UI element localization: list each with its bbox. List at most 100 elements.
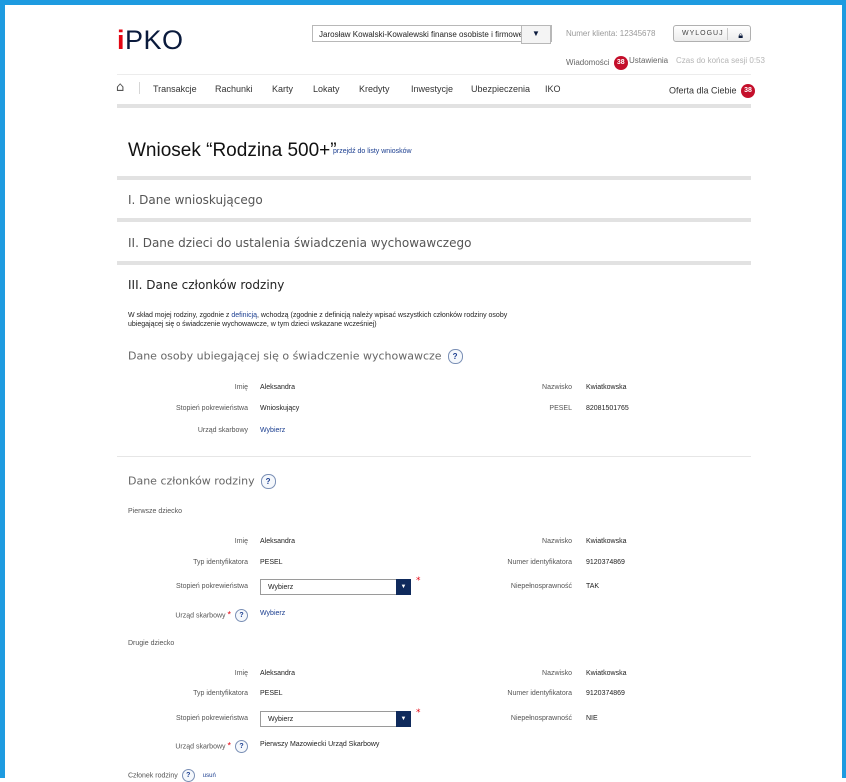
window-frame-top bbox=[0, 0, 846, 5]
section-children[interactable]: II. Dane dzieci do ustalenia świadczenia… bbox=[128, 236, 471, 250]
intro-part2: , wchodzą (zgodnie z definicją należy wp… bbox=[257, 312, 508, 319]
pko-logo[interactable]: iPKO bbox=[117, 25, 184, 56]
chevron-down-icon[interactable]: ▼ bbox=[521, 25, 551, 44]
child1-id-type-value: PESEL bbox=[260, 559, 283, 566]
child1-relation-label: Stopień pokrewieństwa bbox=[176, 583, 248, 590]
nav-item-kredyty[interactable]: Kredyty bbox=[359, 84, 390, 94]
child2-disability-value: NIE bbox=[586, 715, 598, 722]
help-icon[interactable]: ? bbox=[447, 349, 463, 364]
last-name-label: Nazwisko bbox=[542, 384, 572, 391]
session-timer: Czas do końca sesji 0:53 bbox=[676, 56, 765, 65]
child1-id-number-value: 9120374869 bbox=[586, 559, 625, 566]
required-marker: * bbox=[227, 740, 231, 751]
intro-part1: W skład mojej rodziny, zgodnie z bbox=[128, 312, 232, 319]
child2-disability-label: Niepełnosprawność bbox=[510, 715, 572, 722]
nav-item-iko[interactable]: IKO bbox=[545, 84, 561, 94]
nav-item-lokaty[interactable]: Lokaty bbox=[313, 84, 340, 94]
user-context-select[interactable]: Jarosław Kowalski-Kowalewski finanse oso… bbox=[312, 25, 552, 44]
relation-label: Stopień pokrewieństwa bbox=[176, 405, 248, 412]
tax-office-select-link[interactable]: Wybierz bbox=[260, 427, 285, 434]
child2-relation-label: Stopień pokrewieństwa bbox=[176, 715, 248, 722]
applicant-subtitle-text: Dane osoby ubiegającej się o świadczenie… bbox=[128, 349, 442, 363]
logo-text: PKO bbox=[125, 25, 184, 55]
child1-relation-select-value: Wybierz bbox=[268, 584, 294, 591]
child1-disability-value: TAK bbox=[586, 583, 600, 590]
messages-badge: 38 bbox=[613, 56, 628, 70]
first-name-label: Imię bbox=[234, 384, 248, 391]
offer-badge: 38 bbox=[741, 84, 756, 98]
child2-first-name-label: Imię bbox=[234, 670, 248, 677]
child1-first-name-label: Imię bbox=[234, 538, 248, 545]
child1-disability-label: Niepełnosprawność bbox=[510, 583, 572, 590]
required-marker: * bbox=[416, 576, 421, 586]
nav-item-transakcje[interactable]: Transakcje bbox=[153, 84, 197, 94]
help-icon[interactable]: ? bbox=[181, 769, 195, 782]
nav-item-karty[interactable]: Karty bbox=[272, 84, 293, 94]
child2-last-name-label: Nazwisko bbox=[542, 670, 572, 677]
home-icon[interactable]: ⌂ bbox=[116, 80, 124, 95]
lock-icon: 🔒︎ bbox=[738, 30, 743, 40]
nav-item-inwestycje[interactable]: Inwestycje bbox=[411, 84, 453, 94]
child1-last-name-label: Nazwisko bbox=[542, 538, 572, 545]
relation-value: Wnioskujący bbox=[260, 405, 300, 412]
member3-title: Członek rodziny? usuń bbox=[128, 769, 216, 782]
intro-text: W skład mojej rodziny, zgodnie z definic… bbox=[128, 311, 507, 329]
child2-title: Drugie dziecko bbox=[128, 640, 175, 647]
required-marker: * bbox=[416, 708, 421, 718]
page-title: Wniosek “Rodzina 500+” bbox=[128, 140, 337, 161]
tax-office-label: Urząd skarbowy bbox=[197, 427, 248, 434]
intro-line2: ubiegającej się o świadczenie wychowawcz… bbox=[128, 321, 377, 328]
pesel-label: PESEL bbox=[549, 405, 572, 412]
messages-link[interactable]: Wiadomości 38 bbox=[566, 56, 628, 70]
child2-relation-select[interactable]: Wybierz ▼ bbox=[260, 711, 411, 727]
child2-tax-office-label: Urząd skarbowy *? bbox=[175, 740, 248, 753]
child1-last-name-value: Kwiatkowska bbox=[586, 538, 627, 545]
messages-label: Wiadomości bbox=[566, 58, 610, 68]
nav-item-rachunki[interactable]: Rachunki bbox=[215, 84, 253, 94]
child1-first-name-value: Aleksandra bbox=[260, 538, 296, 545]
child1-tax-office-select-link[interactable]: Wybierz bbox=[260, 610, 285, 617]
child2-id-number-value: 9120374869 bbox=[586, 690, 625, 697]
child2-relation-select-value: Wybierz bbox=[268, 716, 294, 723]
settings-link[interactable]: Ustawienia bbox=[629, 56, 668, 65]
nav-separator bbox=[139, 82, 140, 94]
child1-title: Pierwsze dziecko bbox=[128, 508, 183, 515]
section-applicant[interactable]: I. Dane wnioskującego bbox=[128, 193, 263, 207]
help-icon[interactable]: ? bbox=[235, 740, 248, 753]
block-divider bbox=[117, 456, 751, 457]
child1-tax-office-label-text: Urząd skarbowy bbox=[175, 612, 226, 620]
user-context-value: Jarosław Kowalski-Kowalewski finanse oso… bbox=[319, 30, 524, 39]
child1-relation-select[interactable]: Wybierz ▼ bbox=[260, 579, 411, 595]
offer-label: Oferta dla Ciebie bbox=[669, 85, 737, 96]
child2-first-name-value: Aleksandra bbox=[260, 670, 296, 677]
child2-id-number-label: Numer identyfikatora bbox=[507, 690, 572, 697]
members-subtitle-text: Dane członków rodziny bbox=[128, 474, 255, 488]
help-icon[interactable]: ? bbox=[235, 609, 248, 622]
nav-bottom-divider bbox=[117, 104, 751, 108]
window-frame-left bbox=[0, 0, 5, 778]
button-divider bbox=[727, 28, 728, 40]
remove-member-link[interactable]: usuń bbox=[203, 773, 216, 779]
chevron-down-icon[interactable]: ▼ bbox=[396, 711, 411, 727]
window-frame-right bbox=[842, 0, 846, 778]
offer-link[interactable]: Oferta dla Ciebie 38 bbox=[669, 84, 756, 98]
members-subtitle: Dane członków rodziny? bbox=[128, 474, 276, 489]
pesel-value: 82081501765 bbox=[586, 405, 629, 412]
section-divider bbox=[117, 176, 751, 180]
chevron-down-icon[interactable]: ▼ bbox=[396, 579, 411, 595]
child2-tax-office-label-text: Urząd skarbowy bbox=[175, 743, 226, 751]
definition-link[interactable]: definicją bbox=[231, 312, 257, 319]
section-family-members[interactable]: III. Dane członków rodziny bbox=[128, 278, 284, 292]
child1-tax-office-label: Urząd skarbowy *? bbox=[175, 609, 248, 622]
member3-title-text: Członek rodziny bbox=[128, 772, 178, 780]
logout-label: WYLOGUJ bbox=[682, 30, 724, 37]
applications-list-link[interactable]: przejdź do listy wniosków bbox=[333, 148, 412, 155]
child2-last-name-value: Kwiatkowska bbox=[586, 670, 627, 677]
section-divider bbox=[117, 261, 751, 265]
child2-id-type-value: PESEL bbox=[260, 690, 283, 697]
help-icon[interactable]: ? bbox=[260, 474, 276, 489]
nav-item-ubezpieczenia[interactable]: Ubezpieczenia bbox=[471, 84, 530, 94]
logout-button[interactable]: WYLOGUJ 🔒︎ bbox=[673, 25, 751, 42]
last-name-value: Kwiatkowska bbox=[586, 384, 627, 391]
child1-id-type-label: Typ identyfikatora bbox=[193, 559, 248, 566]
